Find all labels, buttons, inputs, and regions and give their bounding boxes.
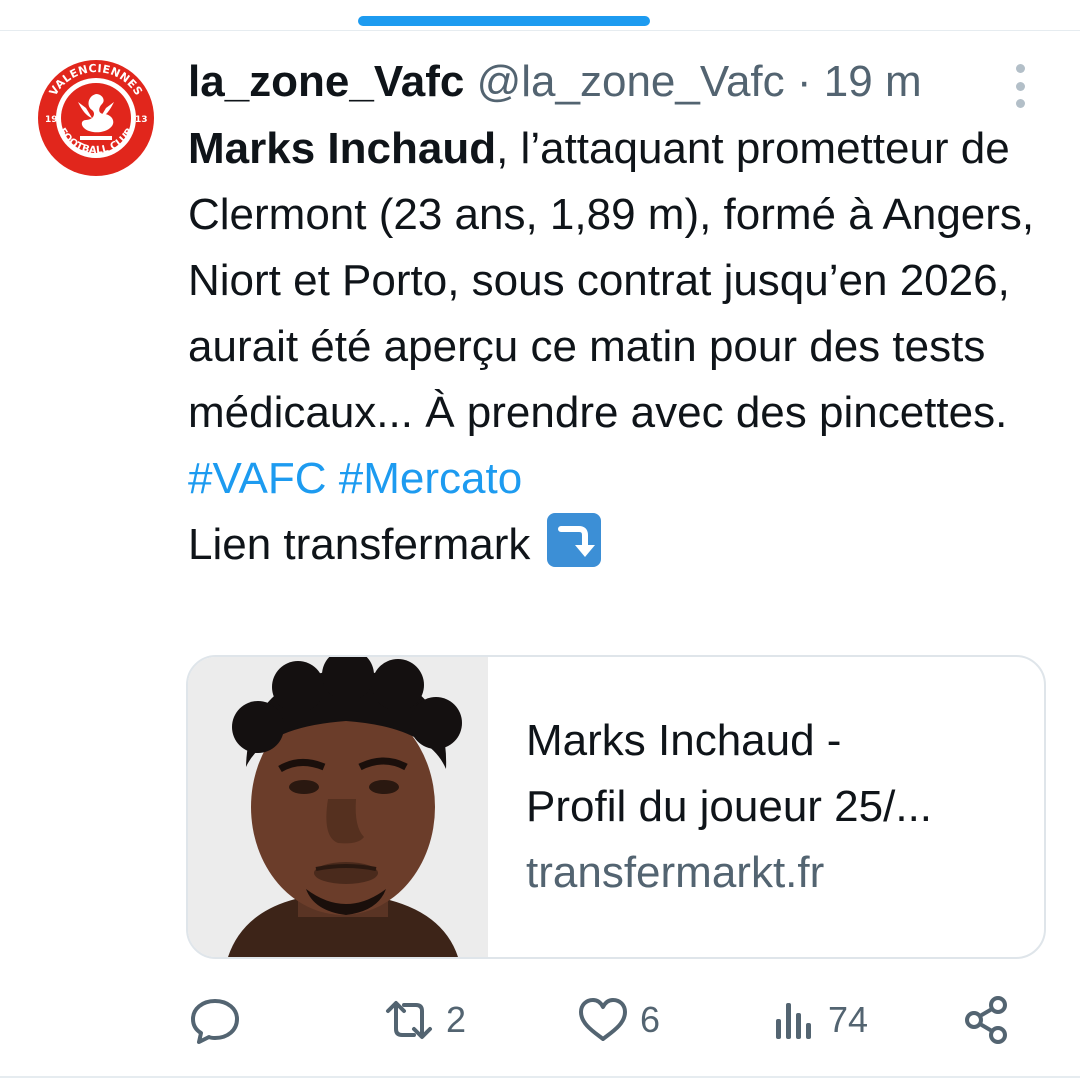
svg-text:19: 19: [45, 115, 58, 125]
link-preview-card[interactable]: Marks Inchaud - Profil du joueur 25/... …: [186, 655, 1046, 959]
share-button[interactable]: [958, 990, 1016, 1050]
views-button[interactable]: 74: [770, 990, 868, 1050]
link-card-domain: transfermarkt.fr: [526, 848, 825, 897]
reply-button[interactable]: [186, 990, 252, 1050]
player-photo: [188, 657, 488, 957]
link-card-title-line-2: Profil du joueur 25/...: [526, 782, 933, 831]
link-line-text: Lien transfermark: [188, 520, 531, 569]
retweet-icon: [386, 1001, 432, 1039]
views-count: 74: [828, 999, 869, 1040]
like-count: 6: [640, 999, 661, 1040]
heart-icon: [579, 998, 627, 1041]
mentioned-player-name: Marks Inchaud: [188, 124, 497, 173]
right-arrow-curving-down-icon: [546, 513, 601, 567]
top-divider: [0, 30, 1080, 31]
user-handle[interactable]: @la_zone_Vafc: [477, 57, 785, 106]
sheet-drag-handle[interactable]: [358, 16, 650, 26]
tweet-header: la_zone_Vafc @la_zone_Vafc · 19 m: [188, 54, 1048, 110]
bottom-divider: [0, 1076, 1080, 1078]
tweet-text: Marks Inchaud, l’attaquant prometteur de…: [188, 116, 1048, 578]
retweet-button[interactable]: 2: [380, 990, 466, 1050]
link-card-text: Marks Inchaud - Profil du joueur 25/... …: [488, 657, 1044, 957]
tweet-body: la_zone_Vafc @la_zone_Vafc · 19 m Marks …: [188, 54, 1048, 578]
tweet-timestamp[interactable]: 19 m: [824, 57, 922, 106]
header-separator: ·: [796, 57, 812, 106]
retweet-count: 2: [446, 999, 467, 1040]
views-chart-icon: [776, 1003, 811, 1039]
hashtag-mercato[interactable]: #Mercato: [339, 454, 522, 503]
svg-text:13: 13: [135, 115, 148, 125]
avatar[interactable]: VALENCIENNES FOOTBALL CLUB 19 13: [36, 58, 156, 178]
like-button[interactable]: 6: [574, 990, 660, 1050]
reply-icon: [191, 999, 239, 1044]
link-card-title-line-1: Marks Inchaud -: [526, 716, 842, 765]
valenciennes-logo-icon: VALENCIENNES FOOTBALL CLUB 19 13: [38, 60, 154, 176]
hashtag-vafc[interactable]: #VAFC: [188, 454, 327, 503]
more-options-icon[interactable]: [1006, 64, 1034, 108]
tweet-actions-bar: 2 6 74: [186, 990, 1016, 1050]
display-name[interactable]: la_zone_Vafc: [188, 57, 464, 106]
share-icon: [965, 996, 1007, 1044]
